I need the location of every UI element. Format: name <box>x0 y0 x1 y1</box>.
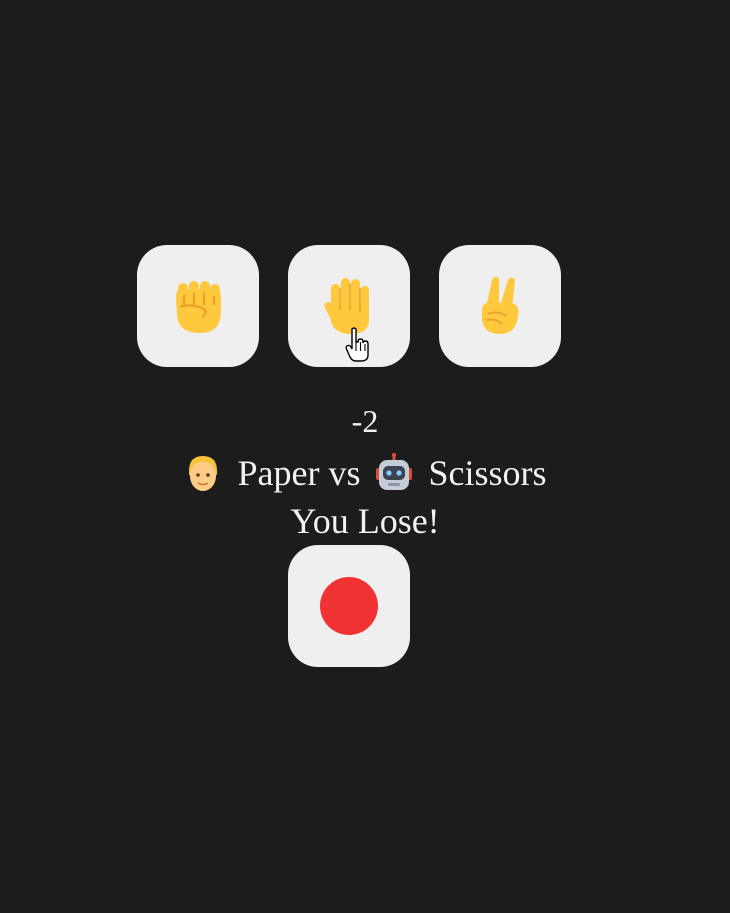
raised-fist-icon <box>176 281 221 333</box>
player-choice: Paper <box>237 453 320 493</box>
matchup-line: Paper vs Scissors <box>0 449 730 497</box>
score-display: -2 <box>351 403 379 439</box>
red-circle-icon <box>320 577 378 635</box>
versus-label: vs <box>328 453 361 493</box>
result-message: You Lose! <box>290 501 440 541</box>
record-button[interactable] <box>288 545 410 667</box>
robot-face-icon <box>376 453 413 490</box>
raised-hand-icon <box>324 278 369 334</box>
victory-hand-icon <box>482 276 519 334</box>
person-face-icon <box>189 456 218 491</box>
scissors-button[interactable] <box>439 245 561 367</box>
choice-buttons <box>137 245 561 367</box>
paper-button[interactable] <box>288 245 410 367</box>
bot-choice: Scissors <box>428 453 547 493</box>
game-screen: -2 Paper vs Scissors You Lose! <box>0 0 730 913</box>
rock-button[interactable] <box>137 245 259 367</box>
